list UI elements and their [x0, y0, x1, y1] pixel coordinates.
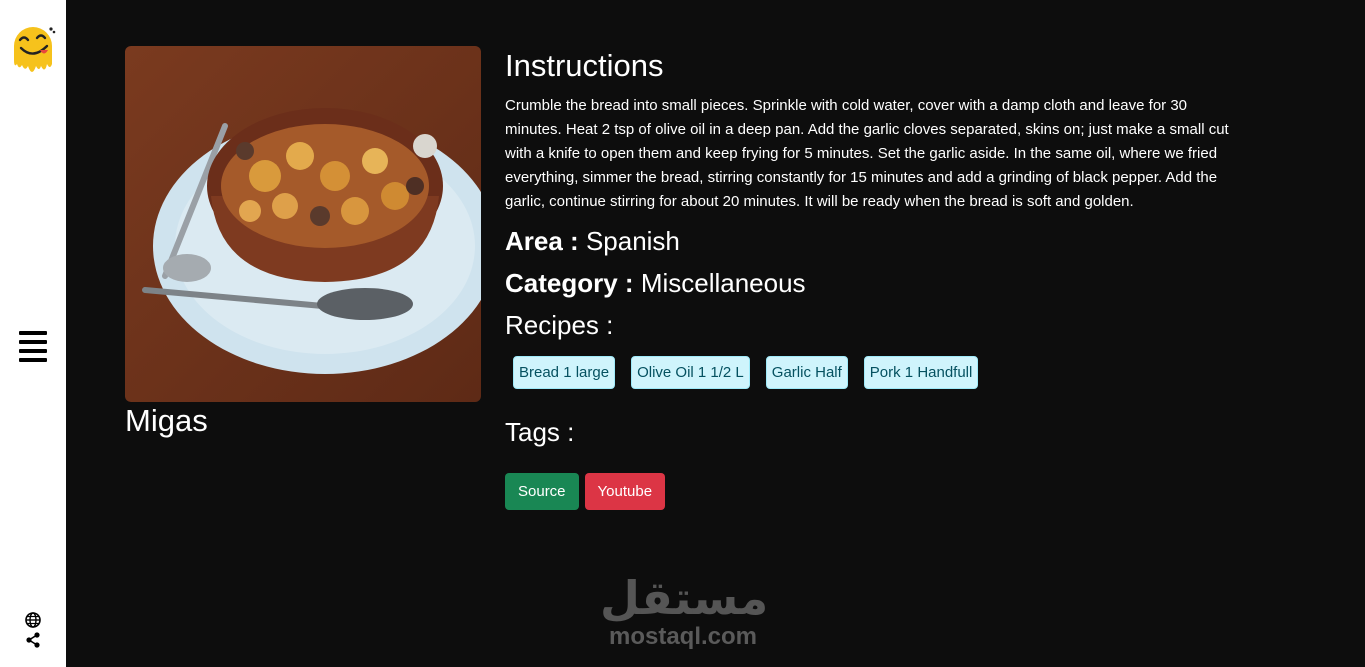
instructions-text: Crumble the bread into small pieces. Spr… — [505, 97, 1229, 210]
ingredient-badge: Pork 1 Handfull — [863, 356, 979, 389]
category-value: Miscellaneous — [640, 268, 806, 298]
ingredient-badge: Bread 1 large — [513, 356, 616, 389]
smiley-logo-icon[interactable] — [10, 24, 56, 78]
tags-heading: Tags : — [505, 417, 575, 447]
link-buttons: Source Youtube — [505, 473, 1240, 510]
area-value: Spanish — [585, 226, 680, 256]
category-line: Category : Miscellaneous — [505, 268, 1240, 298]
ingredient-badge: Garlic Half — [765, 356, 848, 389]
share-icon[interactable] — [25, 632, 41, 648]
ingredient-badge: Olive Oil 1 1/2 L — [631, 356, 750, 389]
watermark-latin: mostaql.com — [608, 623, 758, 650]
meal-details: Instructions Crumble the bread into smal… — [505, 48, 1240, 510]
instructions-heading: Instructions — [505, 48, 664, 83]
watermark-arabic: مستقل — [600, 571, 769, 625]
mostaql-watermark: مستقل mostaql.com — [600, 571, 769, 654]
recipes-heading: Recipes : — [505, 310, 614, 340]
ingredient-list: Bread 1 large Olive Oil 1 1/2 L Garlic H… — [513, 356, 1240, 389]
area-line: Area : Spanish — [505, 226, 1240, 256]
meal-title: Migas — [125, 403, 208, 438]
category-label: Category : — [505, 268, 634, 298]
sidebar — [0, 0, 66, 667]
meal-photo — [125, 46, 481, 402]
globe-icon[interactable] — [25, 612, 41, 628]
source-button[interactable]: Source — [505, 473, 579, 510]
youtube-button[interactable]: Youtube — [584, 473, 666, 510]
area-label: Area : — [505, 226, 579, 256]
hamburger-icon[interactable] — [19, 331, 47, 362]
